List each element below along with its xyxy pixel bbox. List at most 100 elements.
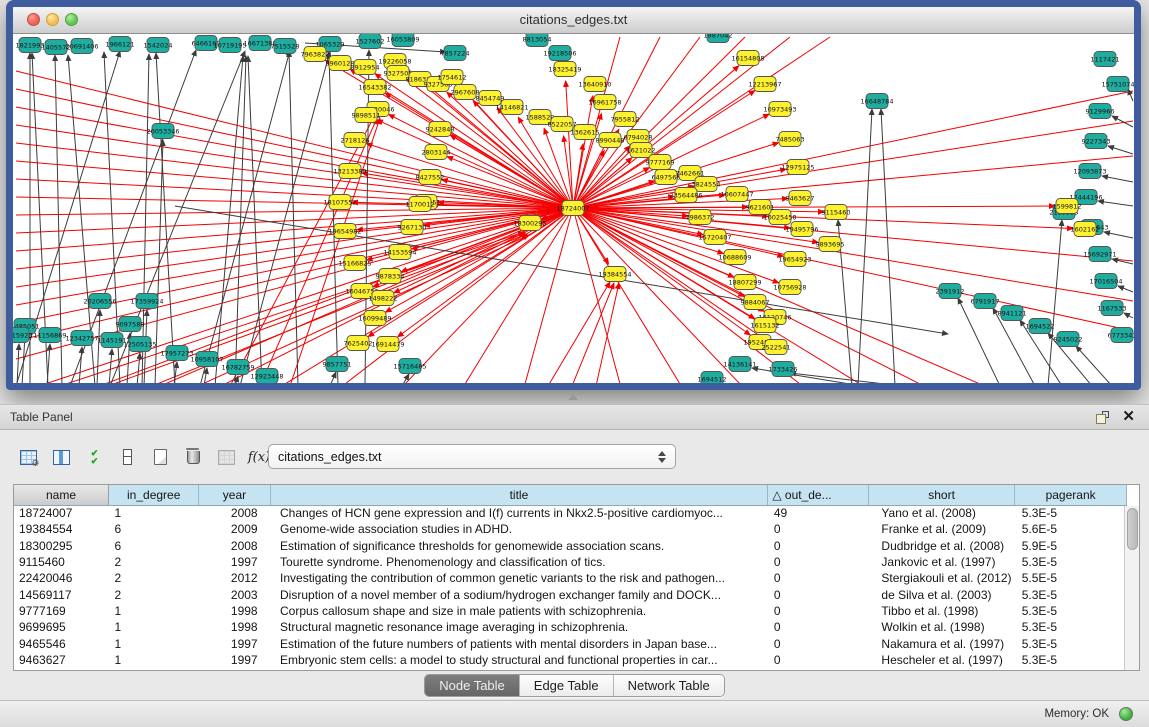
graph-node[interactable]: 1498222 — [369, 291, 398, 306]
import-table-icon[interactable] — [214, 445, 238, 469]
graph-node[interactable]: 9463627 — [786, 191, 815, 206]
graph-node[interactable]: 9242848 — [426, 122, 455, 137]
graph-node[interactable]: 9245022 — [1054, 332, 1083, 347]
graph-node[interactable]: 1754612 — [438, 70, 467, 85]
tab-edge-table[interactable]: Edge Table — [520, 675, 614, 696]
delete-table-icon[interactable] — [181, 445, 205, 469]
graph-node[interactable]: 9777169 — [646, 155, 675, 170]
graph-node[interactable]: 9227343 — [1082, 134, 1111, 149]
minimize-window-button[interactable] — [46, 13, 59, 26]
graph-node[interactable]: 14136141 — [723, 357, 756, 372]
graph-node[interactable]: 12342757 — [65, 331, 98, 346]
graph-node[interactable]: 8813054 — [523, 34, 552, 47]
column-chooser-icon[interactable] — [49, 445, 73, 469]
graph-node[interactable]: 9129966 — [1086, 104, 1115, 119]
vertical-scrollbar[interactable] — [1124, 506, 1139, 670]
graph-node[interactable]: 15720407 — [698, 230, 731, 245]
new-table-icon[interactable] — [148, 445, 172, 469]
graph-node[interactable]: 1599812 — [1053, 199, 1082, 214]
graph-node[interactable]: 1821993 — [16, 38, 45, 53]
zoom-window-button[interactable] — [65, 13, 78, 26]
table-row[interactable]: 977716911998Corpus callosum shape and si… — [14, 603, 1127, 619]
column-header-title[interactable]: title — [270, 485, 768, 505]
graph-node[interactable]: 8990448 — [596, 133, 625, 148]
table-row[interactable]: 1938455462009Genome-wide association stu… — [14, 521, 1127, 537]
graph-node[interactable]: 12975125 — [781, 160, 814, 175]
graph-node[interactable]: 13640910 — [578, 77, 611, 92]
graph-node[interactable]: 16914479 — [371, 337, 404, 352]
graph-node[interactable]: 2803144 — [422, 145, 451, 160]
graph-node[interactable]: 10607447 — [720, 187, 753, 202]
close-panel-icon[interactable]: ✕ — [1122, 408, 1135, 426]
column-header-in_degree[interactable]: in_degree — [108, 485, 198, 505]
graph-node[interactable]: 9621601 — [746, 200, 775, 215]
close-window-button[interactable] — [27, 13, 40, 26]
graph-node[interactable]: 9267130 — [398, 220, 427, 235]
graph-node[interactable]: 1694512 — [698, 372, 727, 385]
column-header-pagerank[interactable]: pagerank — [1015, 485, 1127, 505]
graph-node[interactable]: 9115460 — [822, 205, 851, 220]
table-row[interactable]: 1872400712008Changes of HCN gene express… — [14, 505, 1127, 521]
graph-node[interactable]: 8427552 — [416, 170, 445, 185]
graph-node[interactable]: 2391912 — [936, 284, 965, 299]
graph-node[interactable]: 1733426 — [769, 362, 798, 377]
float-panel-icon[interactable] — [1096, 411, 1109, 424]
graph-node[interactable]: 16961758 — [588, 95, 621, 110]
graph-node[interactable]: 9884067 — [741, 295, 770, 310]
graph-node[interactable]: 8941121 — [998, 306, 1027, 321]
table-row[interactable]: 946554611997Estimation of the future num… — [14, 635, 1127, 651]
graph-node[interactable]: 7857224 — [441, 46, 470, 61]
table-row[interactable]: 1456911722003Disruption of a novel membe… — [14, 586, 1127, 602]
graph-node[interactable]: 9097588 — [116, 317, 145, 332]
column-header-out_degree[interactable]: △ out_de... — [768, 485, 869, 505]
tab-network-table[interactable]: Network Table — [614, 675, 724, 696]
column-header-year[interactable]: year — [199, 485, 270, 505]
column-header-name[interactable]: name — [14, 485, 108, 505]
window-titlebar[interactable]: citations_edges.txt — [13, 7, 1134, 34]
graph-node[interactable]: 2718126 — [341, 133, 370, 148]
graph-node[interactable]: 12093873 — [1073, 164, 1106, 179]
graph-node[interactable]: 19384554 — [598, 267, 631, 282]
graph-node[interactable]: 9893695 — [816, 237, 845, 252]
column-header-short[interactable]: short — [868, 485, 1014, 505]
graph-node[interactable]: 1887042 — [704, 34, 733, 43]
graph-node[interactable]: 16648784 — [860, 94, 893, 109]
table-settings-icon[interactable]: ⚙ — [16, 445, 40, 469]
network-canvas[interactable]: 1821993140557220691406196612115420246466… — [13, 34, 1134, 384]
graph-node[interactable]: 1117421 — [1091, 52, 1120, 67]
scrollbar-thumb[interactable] — [1127, 508, 1138, 550]
graph-node[interactable]: 19495796 — [785, 222, 818, 237]
graph-node[interactable]: 15751074 — [1101, 77, 1134, 92]
graph-node[interactable]: 2522541 — [762, 340, 791, 355]
graph-node[interactable]: 12505135 — [123, 337, 156, 352]
graph-node[interactable]: 1602162 — [1071, 222, 1100, 237]
memory-ok-indicator[interactable] — [1119, 707, 1133, 721]
graph-node[interactable]: 1966121 — [106, 37, 135, 52]
panel-splitter-handle[interactable] — [568, 394, 578, 400]
graph-node[interactable]: 8912954 — [351, 60, 380, 75]
graph-node[interactable]: 16154808 — [731, 51, 764, 66]
graph-node[interactable]: 1542024 — [144, 38, 173, 53]
graph-node[interactable]: 16099489 — [358, 311, 391, 326]
graph-node[interactable]: 9898511 — [352, 108, 381, 123]
graph-node[interactable]: 12213967 — [748, 77, 781, 92]
rows-icon[interactable] — [115, 445, 139, 469]
graph-node[interactable]: 9857751 — [323, 357, 352, 372]
select-rows-icon[interactable]: ✔✔ — [82, 445, 106, 469]
graph-node[interactable]: 7515528 — [271, 39, 300, 54]
graph-node[interactable]: 6791917 — [971, 294, 1000, 309]
graph-node[interactable]: 10756928 — [773, 280, 806, 295]
graph-node[interactable]: 7955812 — [611, 112, 640, 127]
graph-node[interactable]: 1694522 — [1026, 319, 1055, 334]
tab-node-table[interactable]: Node Table — [425, 675, 520, 696]
graph-node[interactable]: 17016504 — [1089, 274, 1122, 289]
table-row[interactable]: 946362711997Embryonic stem cells: a mode… — [14, 652, 1127, 668]
table-row[interactable]: 1830029562008Estimation of significance … — [14, 538, 1127, 554]
table-row[interactable]: 2242004622012Investigating the contribut… — [14, 570, 1127, 586]
graph-node[interactable]: 17359924 — [130, 294, 163, 309]
graph-node[interactable]: 1615132 — [751, 318, 780, 333]
graph-node[interactable]: 9878334 — [376, 269, 405, 284]
graph-node[interactable]: 1527602 — [356, 34, 385, 49]
graph-node[interactable]: 12923448 — [250, 369, 283, 384]
graph-node[interactable]: 1167533 — [1098, 301, 1127, 316]
